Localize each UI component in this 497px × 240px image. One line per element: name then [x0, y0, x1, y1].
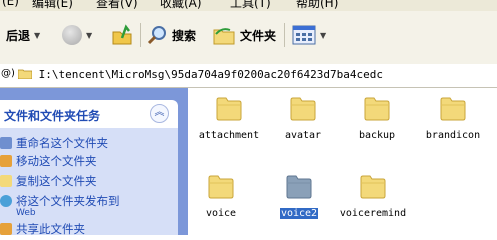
task-copy-folder[interactable]: 复制这个文件夹	[0, 174, 97, 188]
folders-button[interactable]: 文件夹	[212, 21, 276, 49]
forward-button[interactable]: ▼	[62, 21, 92, 49]
toolbar: 后退 ▼ ▼ 搜索 文件夹 ▼	[0, 11, 497, 65]
up-button[interactable]	[110, 21, 134, 49]
menu-item-favorites[interactable]: 收藏(A)	[160, 0, 202, 11]
address-path: I:\tencent\MicroMsg\95da704a9f0200ac20f6…	[38, 68, 383, 81]
folder-name: voiceremind	[339, 208, 407, 219]
folder-name: backup	[358, 130, 396, 141]
rename-icon	[0, 137, 12, 149]
task-publish-web[interactable]: 将这个文件夹发布到 Web	[0, 194, 120, 218]
task-sublabel: Web	[16, 208, 36, 218]
folder-name: attachment	[198, 130, 260, 141]
move-icon	[0, 155, 12, 167]
up-folder-icon	[112, 24, 132, 45]
task-label: 移动这个文件夹	[16, 154, 97, 168]
task-label: 将这个文件夹发布到	[16, 194, 120, 208]
task-panel-header[interactable]: 文件和文件夹任务 ︽	[0, 100, 178, 128]
back-dropdown-icon[interactable]: ▼	[34, 31, 40, 40]
menu-item-help[interactable]: 帮助(H)	[296, 0, 338, 11]
search-button[interactable]: 搜索	[146, 21, 196, 49]
folder-icon	[208, 175, 234, 199]
folder-icon	[286, 175, 312, 199]
views-dropdown-icon[interactable]: ▼	[320, 31, 326, 40]
address-bar[interactable]: @) I:\tencent\MicroMsg\95da704a9f0200ac2…	[0, 64, 497, 88]
folder-icon	[440, 97, 466, 121]
toolbar-separator	[284, 23, 285, 47]
globe-icon	[0, 195, 12, 207]
folder-item[interactable]: backup	[340, 94, 414, 154]
forward-dropdown-icon[interactable]: ▼	[86, 31, 92, 40]
forward-arrow-icon	[62, 25, 82, 45]
folder-icon	[216, 97, 242, 121]
folder-name: brandicon	[425, 130, 481, 141]
folders-icon	[213, 28, 235, 45]
folder-icon	[364, 97, 390, 121]
back-button[interactable]: 后退 ▼	[6, 21, 40, 49]
folder-icon	[360, 175, 386, 199]
folder-icon	[17, 69, 33, 80]
menu-item-tools[interactable]: 工具(T)	[230, 0, 271, 11]
file-view: attachment avatar backup brandicon voice	[188, 88, 497, 235]
views-grid-icon	[292, 25, 316, 45]
address-field[interactable]: I:\tencent\MicroMsg\95da704a9f0200ac20f6…	[17, 68, 383, 81]
back-label: 后退	[6, 28, 31, 43]
folder-item[interactable]: voice	[184, 172, 258, 232]
folder-item[interactable]: attachment	[192, 94, 266, 154]
menu-bar: (E) 编辑(E) 查看(V) 收藏(A) 工具(T) 帮助(H)	[0, 0, 497, 11]
task-rename-folder[interactable]: 重命名这个文件夹	[0, 136, 108, 150]
address-label: @)	[1, 68, 15, 79]
toolbar-separator	[140, 23, 141, 47]
folder-item[interactable]: brandicon	[416, 94, 490, 154]
folder-item-selected[interactable]: voice2	[262, 172, 336, 232]
menu-item-edit[interactable]: 编辑(E)	[32, 0, 73, 11]
task-panel-title: 文件和文件夹任务	[4, 109, 101, 123]
task-panel-body: 重命名这个文件夹 移动这个文件夹 复制这个文件夹 将这个文件夹发布到 Web 共…	[0, 128, 178, 236]
task-label: 重命名这个文件夹	[16, 136, 108, 150]
menu-item-view[interactable]: 查看(V)	[96, 0, 138, 11]
task-move-folder[interactable]: 移动这个文件夹	[0, 154, 97, 168]
views-button[interactable]: ▼	[292, 21, 326, 49]
share-icon	[0, 223, 12, 235]
folder-item[interactable]: voiceremind	[336, 172, 410, 232]
task-pane: 文件和文件夹任务 ︽ 重命名这个文件夹 移动这个文件夹 复制这个文件夹 将这个文…	[0, 88, 188, 236]
task-share-folder[interactable]: 共享此文件夹	[0, 222, 85, 236]
search-label: 搜索	[172, 28, 197, 43]
task-label: 共享此文件夹	[16, 222, 85, 236]
folders-label: 文件夹	[240, 28, 277, 43]
folder-item[interactable]: avatar	[266, 94, 340, 154]
copy-icon	[0, 175, 12, 187]
search-icon	[147, 26, 166, 45]
collapse-chevron-icon[interactable]: ︽	[150, 104, 169, 123]
folder-name: avatar	[284, 130, 322, 141]
menu-item-file[interactable]: (E)	[2, 0, 19, 8]
folder-icon	[290, 97, 316, 121]
folder-name: voice	[205, 208, 237, 219]
folder-name: voice2	[278, 207, 320, 220]
task-label: 复制这个文件夹	[16, 174, 97, 188]
